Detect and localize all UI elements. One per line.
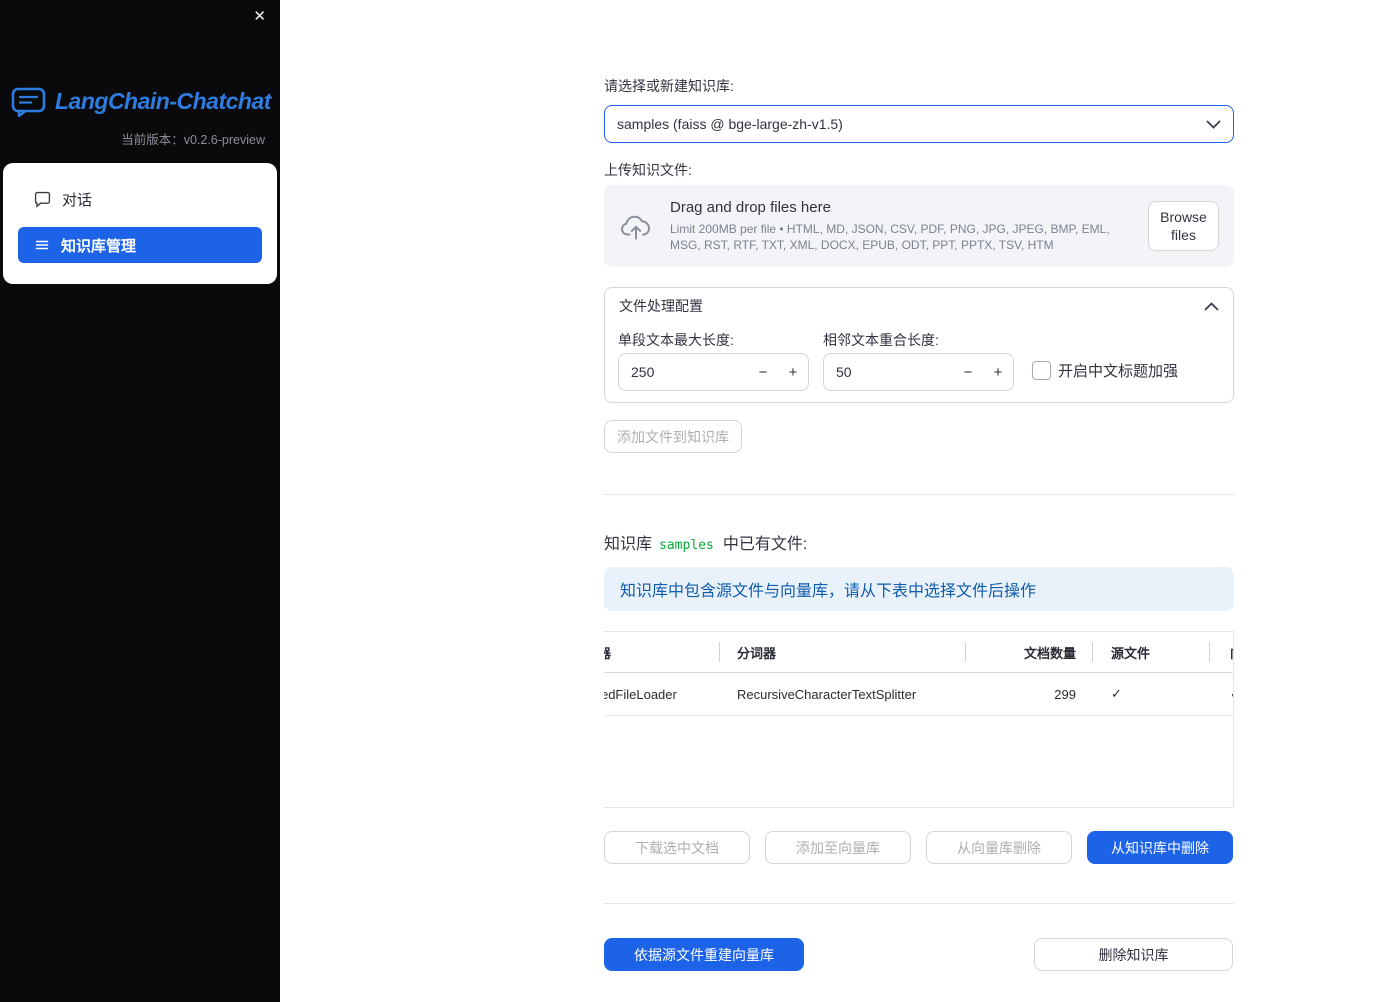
uploader-drag-text: Drag and drop files here (670, 199, 831, 216)
list-icon (34, 237, 50, 253)
add-to-vector-store-button[interactable]: 添加至向量库 (765, 831, 911, 864)
cell-loader: UnstructuredFileLoader (604, 673, 719, 715)
info-text: 知识库中包含源文件与向量库，请从下表中选择文件后操作 (620, 583, 1037, 600)
uploader-text: Drag and drop files here Limit 200MB per… (654, 199, 1148, 253)
add-files-to-kb-button[interactable]: 添加文件到知识库 (604, 420, 742, 453)
chunk-size-value: 250 (631, 364, 655, 380)
app-title: LangChain-Chatchat (55, 88, 271, 114)
kb-files-prefix: 知识库 (604, 536, 653, 553)
uploader-limit-text: Limit 200MB per file • HTML, MD, JSON, C… (670, 222, 1110, 252)
file-uploader-dropzone[interactable]: Drag and drop files here Limit 200MB per… (604, 185, 1234, 267)
column-header-label: 文档加载器 (604, 643, 611, 662)
chat-bubble-icon (34, 191, 51, 208)
expander-title: 文件处理配置 (619, 298, 703, 314)
menu-item-label: 对话 (62, 191, 93, 209)
column-header-splitter[interactable]: 分词器 (720, 632, 965, 672)
overlap-size-group: 相邻文本重合长度: 50 − + (823, 330, 1014, 391)
kb-name-code: samples (659, 538, 714, 553)
table-row[interactable]: UnstructuredFileLoader RecursiveCharacte… (604, 673, 1233, 716)
expander-header[interactable]: 文件处理配置 (605, 288, 1233, 324)
cell-doc-count: 299 (1054, 686, 1076, 702)
delete-from-kb-button[interactable]: 从知识库中删除 (1087, 831, 1233, 864)
cell-loader-value: UnstructuredFileLoader (604, 686, 677, 702)
kb-select-label: 请选择或新建知识库: (604, 78, 734, 94)
kb-files-suffix: 中已有文件: (722, 536, 808, 553)
checkbox-label: 开启中文标题加强 (1058, 363, 1179, 380)
divider (604, 903, 1234, 904)
kb-actions: 依据源文件重建向量库 删除知识库 (604, 938, 1234, 971)
decrement-button[interactable]: − (953, 354, 983, 390)
cell-splitter: RecursiveCharacterTextSplitter (737, 686, 917, 702)
chunk-size-label: 单段文本最大长度: (618, 332, 734, 348)
checkbox-icon (1032, 361, 1051, 380)
increment-button[interactable]: + (983, 354, 1013, 390)
row-actions: 下载选中文档 添加至向量库 从向量库删除 从知识库中删除 (604, 831, 1234, 864)
app-logo: LangChain-Chatchat (0, 0, 280, 117)
kb-selectbox[interactable]: samples (faiss @ bge-large-zh-v1.5) (604, 105, 1234, 143)
chevron-up-icon (1204, 301, 1219, 311)
sidebar: ✕ LangChain-Chatchat 当前版本：v0.2.6-preview… (0, 0, 280, 1002)
overlap-size-value: 50 (836, 364, 852, 380)
zh-title-enhance-checkbox[interactable]: 开启中文标题加强 (1032, 360, 1178, 381)
kb-files-heading: 知识库 samples 中已有文件: (604, 530, 1234, 553)
sidebar-item-knowledge-base[interactable]: 知识库管理 (18, 227, 262, 263)
menu-item-label: 知识库管理 (61, 237, 137, 255)
increment-button[interactable]: + (778, 354, 808, 390)
cell-source-check: ✓ (1111, 686, 1122, 701)
overlap-size-input[interactable]: 50 − + (823, 353, 1014, 391)
column-header-doc-count[interactable]: 文档数量 (966, 632, 1092, 672)
app-version: 当前版本：v0.2.6-preview (121, 133, 265, 147)
chevron-down-icon (1206, 120, 1221, 129)
browse-files-button[interactable]: Browse files (1148, 201, 1219, 251)
file-config-expander: 文件处理配置 单段文本最大长度: 250 − + 相邻文本重合长度: 50 − … (604, 287, 1234, 403)
sidebar-menu: 对话 知识库管理 (3, 163, 277, 284)
kb-select-value: samples (faiss @ bge-large-zh-v1.5) (617, 116, 843, 132)
main-content: 请选择或新建知识库: samples (faiss @ bge-large-zh… (604, 0, 1234, 971)
divider (604, 494, 1234, 495)
chunk-size-group: 单段文本最大长度: 250 − + (618, 330, 809, 391)
delete-kb-button[interactable]: 删除知识库 (1034, 938, 1233, 971)
sidebar-item-chat[interactable]: 对话 (18, 181, 262, 217)
chunk-size-input[interactable]: 250 − + (618, 353, 809, 391)
table-header-row: 文档加载器 分词器 文档数量 源文件 向量库 (604, 632, 1233, 673)
delete-from-vector-store-button[interactable]: 从向量库删除 (926, 831, 1072, 864)
expander-body: 单段文本最大长度: 250 − + 相邻文本重合长度: 50 − + 开启中文标… (605, 324, 1233, 401)
sidebar-close-icon[interactable]: ✕ (253, 8, 266, 26)
chat-logo-icon (11, 86, 47, 117)
column-header-source[interactable]: 源文件 (1093, 632, 1209, 672)
download-selected-button[interactable]: 下载选中文档 (604, 831, 750, 864)
cell-vector-check: ✓ (1210, 673, 1233, 715)
info-banner: 知识库中包含源文件与向量库，请从下表中选择文件后操作 (604, 567, 1234, 611)
cloud-upload-icon (620, 213, 654, 240)
upload-label: 上传知识文件: (604, 162, 692, 178)
rebuild-vector-store-button[interactable]: 依据源文件重建向量库 (604, 938, 804, 971)
kb-files-table: 文档加载器 分词器 文档数量 源文件 向量库 UnstructuredFileL… (604, 631, 1234, 808)
overlap-size-label: 相邻文本重合长度: (823, 332, 939, 348)
column-header-loader[interactable]: 文档加载器 (604, 632, 719, 672)
column-header-vector[interactable]: 向量库 (1210, 632, 1233, 672)
decrement-button[interactable]: − (748, 354, 778, 390)
